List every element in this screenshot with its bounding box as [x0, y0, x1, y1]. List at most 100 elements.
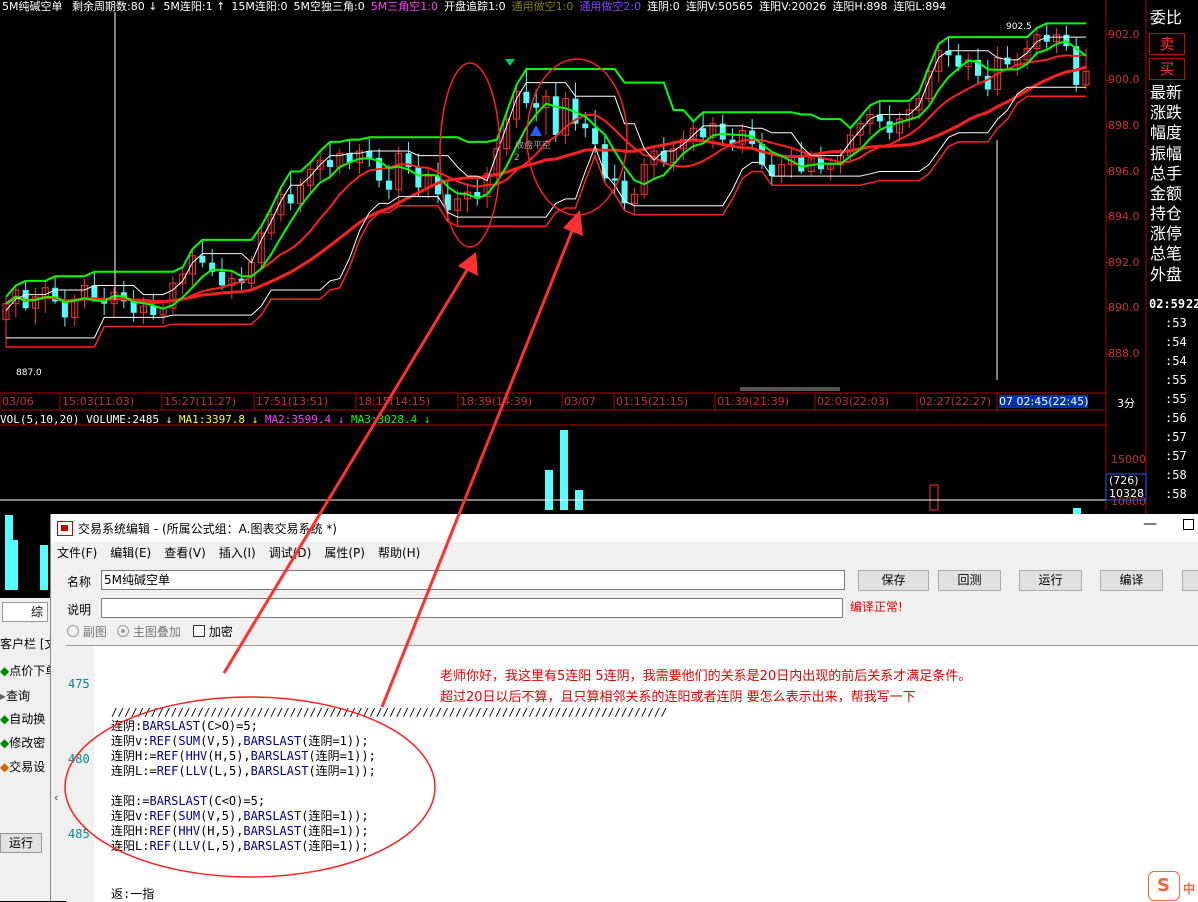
auto-switch-item[interactable]: ◆自动换 [0, 710, 45, 727]
time-tick-label: 01:15(21:15) [616, 395, 688, 408]
line-number: 485 [68, 827, 90, 841]
code-line: 连阳L:REF(LLV(L,5),BARSLAST(连阳=1)); [111, 839, 369, 853]
code-line: 连阳v:REF(SUM(V,5),BARSLAST(连阳=1)); [111, 809, 369, 823]
name-input[interactable]: 5M纯碱空单 [101, 570, 845, 590]
radio-main-overlay[interactable]: 主图叠加 [117, 623, 181, 640]
run-label: 运行 [8, 836, 33, 850]
buy-button[interactable]: 买 [1149, 58, 1185, 80]
code-line: 连阴H:=REF(HHV(H,5),BARSLAST(连阴=1)); [111, 749, 376, 763]
name-label: 名称 [67, 575, 92, 589]
time-tick-label: 15:27(11:27) [164, 395, 236, 408]
candle-body [592, 128, 599, 145]
sogou-s-icon: S [1157, 875, 1170, 896]
encrypt-checkbox[interactable]: 加密 [193, 623, 233, 640]
desc-label: 说明 [67, 603, 92, 617]
backtest-button[interactable]: 回测 [938, 570, 1001, 591]
code-line: 连阴v:REF(SUM(V,5),BARSLAST(连阴=1)); [111, 734, 369, 748]
query-label: 查询 [6, 689, 31, 703]
line-number: 480 [68, 752, 90, 766]
candle-body [415, 166, 422, 188]
candle-body [219, 271, 225, 286]
menu-view[interactable]: 查看(V) [164, 544, 206, 561]
encrypt-label: 加密 [208, 625, 233, 639]
vol-ma2: MA2:3599.4 ↓ [264, 413, 345, 426]
menu-properties[interactable]: 属性(P) [324, 544, 365, 561]
time-tick-label: 03/07 [564, 395, 596, 408]
price-tick-label: 902.0 [1108, 27, 1140, 41]
price-tick-label: 896.0 [1108, 164, 1140, 178]
candle-body [611, 178, 618, 181]
candle-body [199, 255, 206, 263]
trade-settings-item[interactable]: ◆交易设 [0, 758, 45, 775]
indicator-value: 通用做空1:0 [511, 0, 574, 13]
menu-edit[interactable]: 编辑(E) [110, 544, 151, 561]
symbol-label: 5M纯碱空单 [2, 0, 63, 13]
indicator-value: 5M空独三角:0 [293, 0, 365, 13]
code-editor[interactable]: 475 480 485 老师你好，我这里有5连阳 5连阴，我需要他们的关系是20… [66, 645, 1198, 902]
indicator-value: 5M连阳:1 ↑ [163, 0, 226, 13]
indicator-value: 连阴:0 [647, 0, 680, 13]
ime-mode-icon: 中 [1183, 882, 1196, 896]
indicator-value: 连阳V:20026 [759, 0, 827, 13]
current-time-suffix: 22 [1186, 297, 1198, 311]
volume-bar [10, 540, 18, 590]
candle-body [552, 96, 559, 136]
candle-body [444, 194, 451, 211]
indicator-value: 15M连阳:0 [231, 0, 288, 13]
indicator-value: 通用做空2:0 [579, 0, 642, 13]
price-tick-label: 894.0 [1108, 210, 1140, 224]
save-button[interactable]: 保存 [858, 570, 929, 591]
tab-account[interactable]: 综 [2, 602, 48, 622]
desc-input[interactable] [101, 598, 843, 618]
code-line: 连阳H:REF(HHV(H,5),BARSLAST(连阳=1)); [111, 824, 369, 838]
candle-body [61, 301, 68, 318]
candle-body [621, 180, 628, 204]
price-tick-label: 900.0 [1108, 73, 1140, 87]
price-tick-label: 892.0 [1108, 255, 1140, 269]
menu-file[interactable]: 文件(F) [57, 544, 97, 561]
maximize-icon[interactable] [1183, 519, 1194, 530]
trade-time: :54 [1165, 354, 1187, 368]
menu-debug[interactable]: 调试(D) [269, 544, 312, 561]
high-label: 902.5 [1006, 22, 1032, 32]
sell-button[interactable]: 卖 [1149, 33, 1185, 55]
trade-time: :57 [1165, 430, 1187, 444]
input-method-icon[interactable]: S [1148, 871, 1180, 901]
volume-indicator-line: VOL(5,10,20) VOLUME:2485 ↓ MA1:3397.8 ↓ … [0, 413, 431, 426]
time-tick-label: 15:03(11:03) [62, 395, 134, 408]
minimize-icon[interactable]: — [1143, 516, 1157, 532]
menu-help[interactable]: 帮助(H) [378, 544, 420, 561]
run-button[interactable]: 运行 [1019, 570, 1082, 591]
candle-body [1004, 57, 1011, 65]
candle-body [366, 151, 373, 158]
question-note-1: 老师你好，我这里有5连阳 5连阴，我需要他们的关系是20日内出现的前后关系才满足… [440, 669, 972, 684]
time-tick-label: 18:39(14:39) [460, 395, 532, 408]
label-limit-up: 涨停 [1150, 224, 1183, 243]
extra-button[interactable] [1182, 570, 1198, 591]
query-item[interactable]: ▸查询 [0, 687, 30, 704]
triangle-down-icon [505, 59, 515, 66]
code-line: 连阳:=BARSLAST(C<O)=5; [111, 794, 266, 808]
period-label[interactable]: 3分 [1117, 395, 1135, 411]
menu-insert[interactable]: 插入(I) [219, 544, 256, 561]
radio-subchart[interactable]: 副图 [67, 623, 107, 640]
label-total-hands: 总手 [1150, 164, 1183, 183]
code-line: 连阴L:=REF(LLV(L,5),BARSLAST(连阴=1)); [111, 764, 376, 778]
trade-time: :58 [1165, 468, 1187, 482]
radio-icon [67, 625, 79, 637]
tab-label: 综 [31, 605, 44, 619]
price-tick-label: 890.0 [1108, 301, 1140, 315]
checkbox-icon [193, 625, 205, 637]
run-button-left[interactable]: 运行 [0, 833, 42, 853]
candle-body [955, 55, 962, 67]
indicator-value: 剩余周期数:80 ↓ [72, 0, 158, 13]
formula-editor-dialog: 交易系统编辑 - (所属公式组：A.图表交易系统 *) — 文件(F) 编辑(E)… [50, 514, 1198, 902]
trade-time: :57 [1165, 449, 1187, 463]
change-pwd-item[interactable]: ◆修改密 [0, 734, 45, 751]
panel-header: 客户栏 [文 [0, 637, 57, 651]
order-item[interactable]: ◆点价下单 [0, 662, 57, 679]
menu-bar: 文件(F) 编辑(E) 查看(V) 插入(I) 调试(D) 属性(P) 帮助(H) [51, 544, 427, 564]
compile-button[interactable]: 编译 [1100, 570, 1163, 591]
dialog-titlebar: 交易系统编辑 - (所属公式组：A.图表交易系统 *) — [51, 514, 1198, 542]
left-scroll[interactable]: ‹ [51, 645, 65, 901]
